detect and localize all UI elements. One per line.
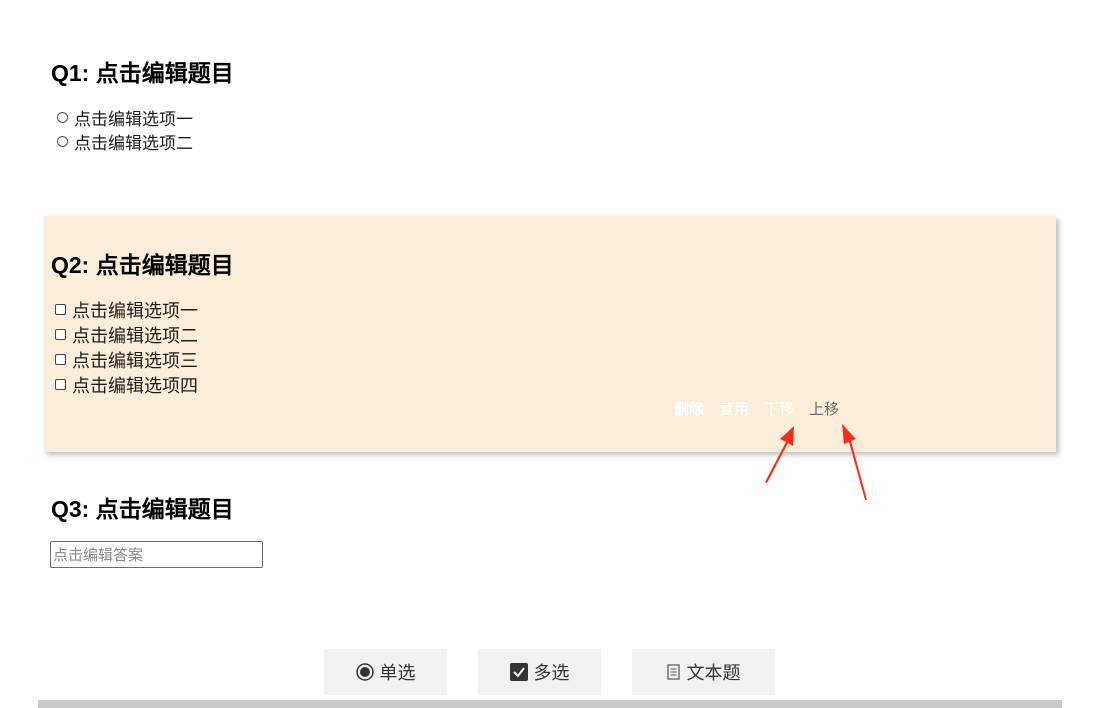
option-label[interactable]: 点击编辑选项四 [72, 372, 198, 398]
checkbox-icon[interactable] [55, 329, 66, 340]
option-label[interactable]: 点击编辑选项二 [72, 322, 198, 348]
question-actions: 删除 复用 下移 上移 [674, 398, 839, 419]
option-label[interactable]: 点击编辑选项二 [74, 129, 193, 154]
question-1-options: 点击编辑选项一 点击编辑选项二 [57, 105, 193, 154]
text-question-label: 文本题 [686, 663, 741, 684]
single-choice-label: 单选 [379, 663, 416, 684]
list-item[interactable]: 点击编辑选项三 [55, 347, 198, 372]
list-item[interactable]: 点击编辑选项二 [55, 322, 198, 347]
copy-button[interactable]: 复用 [719, 398, 749, 419]
question-3-title[interactable]: Q3: 点击编辑题目 [51, 490, 234, 524]
bottom-scrollbar[interactable] [38, 700, 1062, 708]
radio-icon[interactable] [57, 111, 68, 123]
add-multi-choice-button[interactable]: 多选 [478, 649, 601, 695]
add-single-choice-button[interactable]: 单选 [324, 649, 447, 695]
move-up-button[interactable]: 上移 [809, 398, 839, 419]
option-label[interactable]: 点击编辑选项一 [74, 105, 193, 130]
checkbox-icon[interactable] [55, 304, 66, 315]
delete-button[interactable]: 删除 [674, 398, 704, 419]
questionnaire-editor: Q1: 点击编辑题目 点击编辑选项一 点击编辑选项二 Q2: 点击编辑题目 点击… [0, 0, 1106, 708]
radio-icon [355, 663, 374, 681]
question-2-title[interactable]: Q2: 点击编辑题目 [51, 246, 234, 280]
list-item[interactable]: 点击编辑选项一 [55, 297, 198, 322]
list-item[interactable]: 点击编辑选项四 [55, 372, 198, 397]
option-label[interactable]: 点击编辑选项三 [72, 347, 198, 373]
question-1-title[interactable]: Q1: 点击编辑题目 [51, 54, 234, 88]
checkbox-checked-icon [509, 663, 528, 681]
multi-choice-label: 多选 [533, 663, 570, 684]
list-item[interactable]: 点击编辑选项一 [57, 105, 193, 130]
checkbox-icon[interactable] [55, 379, 66, 390]
list-item[interactable]: 点击编辑选项二 [57, 129, 193, 154]
option-label[interactable]: 点击编辑选项一 [72, 297, 198, 323]
answer-input[interactable] [50, 541, 263, 568]
add-text-question-button[interactable]: 文本题 [632, 649, 775, 695]
document-icon [666, 664, 681, 680]
move-down-button[interactable]: 下移 [764, 398, 794, 419]
checkbox-icon[interactable] [55, 354, 66, 365]
question-2-options: 点击编辑选项一 点击编辑选项二 点击编辑选项三 点击编辑选项四 [55, 297, 198, 397]
radio-icon[interactable] [57, 135, 68, 147]
